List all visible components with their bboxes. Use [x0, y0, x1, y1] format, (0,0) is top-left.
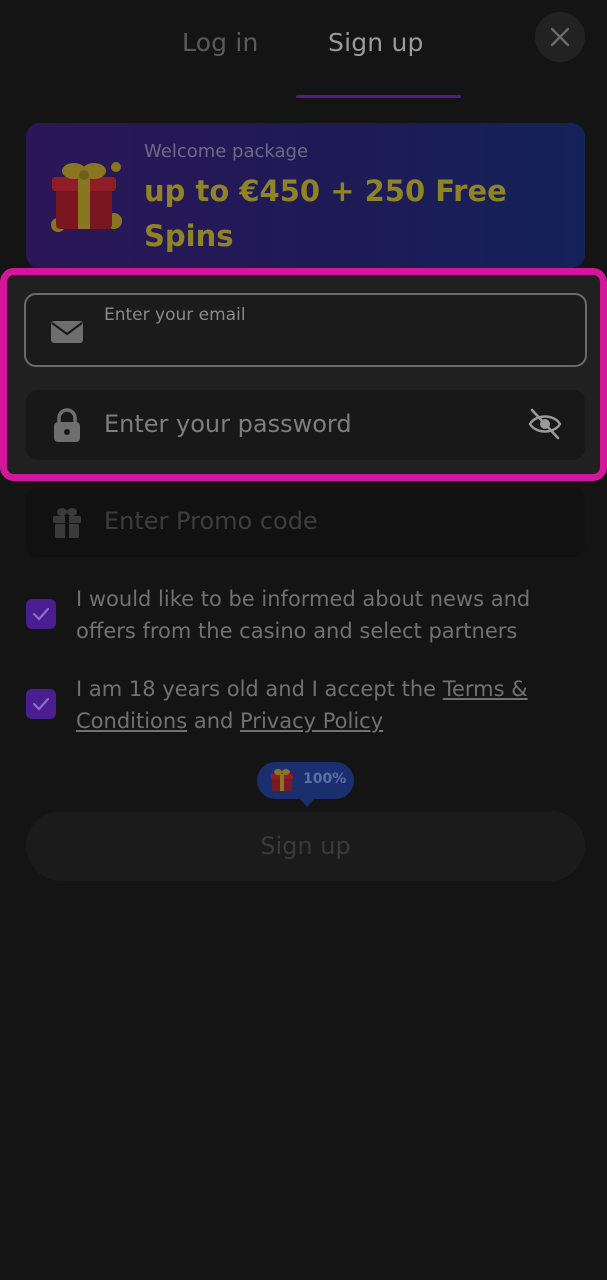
age-consent-and: and [187, 709, 241, 733]
promo-field[interactable]: Enter Promo code [26, 487, 585, 557]
close-button[interactable] [535, 12, 585, 62]
banner-subtitle: Welcome package [144, 141, 309, 162]
active-tab-indicator [296, 95, 461, 98]
news-consent-label: I would like to be informed about news a… [76, 587, 531, 643]
mail-icon [51, 321, 83, 343]
welcome-banner: Welcome package up to €450 + 250 Free Sp… [26, 123, 585, 268]
checkmark-icon [32, 697, 50, 711]
news-consent-checkbox[interactable] [26, 599, 56, 629]
close-icon [550, 27, 570, 47]
age-consent-label: I am 18 years old and I accept the Terms… [76, 673, 586, 737]
email-field[interactable]: Enter your email [24, 293, 587, 367]
tab-signup[interactable]: Sign up [328, 28, 424, 57]
password-field[interactable]: Enter your password [26, 390, 585, 460]
auth-tabs: Log in Sign up [0, 0, 607, 98]
gift-icon [51, 162, 122, 232]
lock-icon [54, 408, 80, 442]
promo-input[interactable]: Enter Promo code [104, 507, 318, 535]
gift-icon [53, 508, 81, 538]
email-label: Enter your email [104, 305, 246, 325]
password-input[interactable]: Enter your password [104, 410, 352, 438]
gift-icon [271, 769, 293, 791]
age-consent-checkbox[interactable] [26, 689, 56, 719]
signup-button[interactable]: Sign up [26, 811, 585, 881]
bonus-badge: 100% [257, 762, 354, 807]
privacy-link[interactable]: Privacy Policy [240, 709, 383, 733]
eye-off-icon[interactable] [527, 406, 563, 442]
banner-title: up to €450 + 250 Free Spins [144, 174, 507, 253]
tab-login[interactable]: Log in [182, 28, 259, 57]
bonus-percent: 100% [303, 771, 347, 787]
checkmark-icon [32, 607, 50, 621]
age-consent-text: I am 18 years old and I accept the [76, 677, 443, 701]
